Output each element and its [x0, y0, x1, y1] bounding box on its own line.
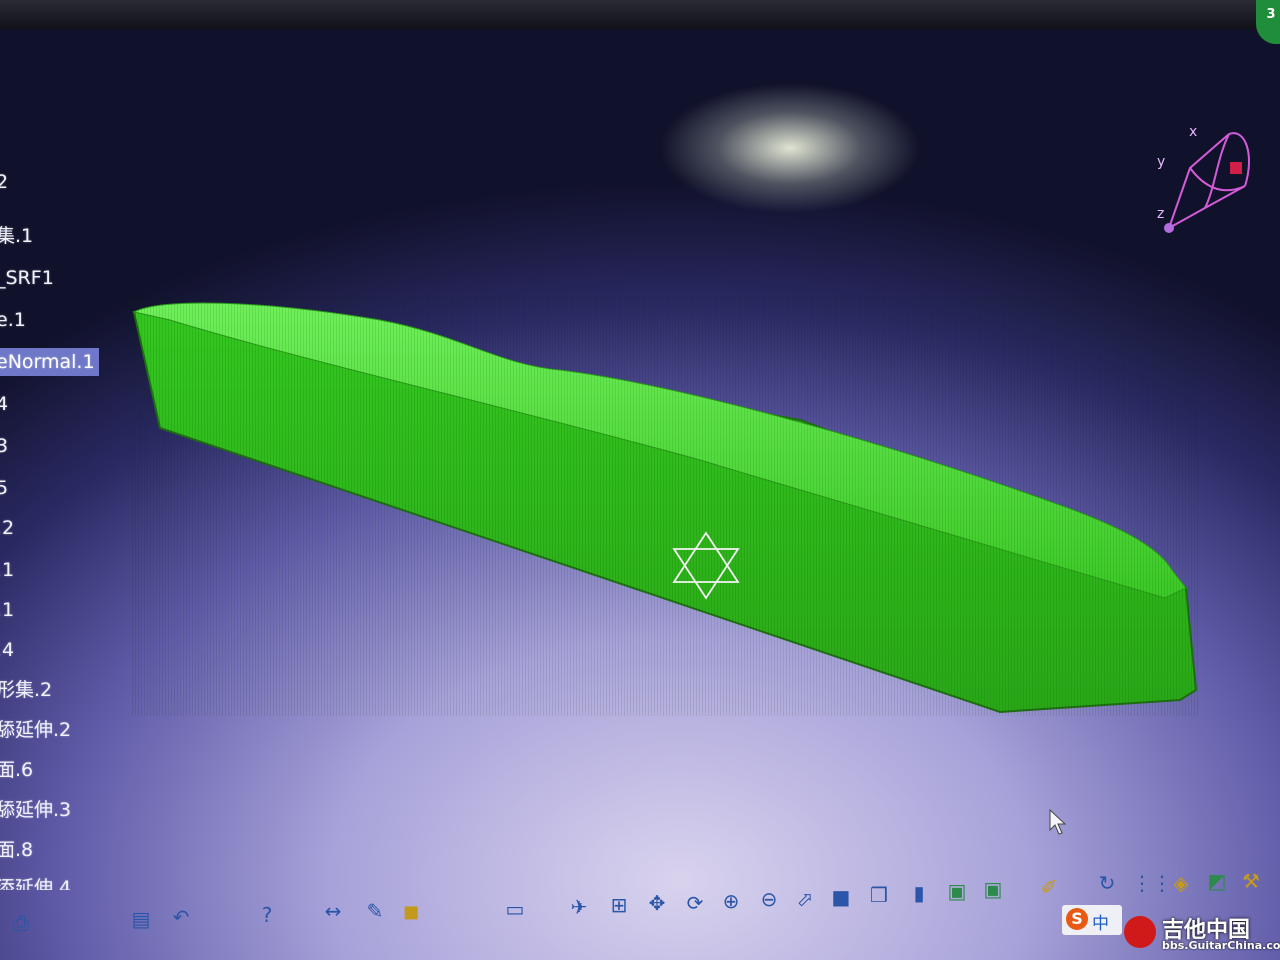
watermark: 吉他中国 bbs.GuitarChina.com: [1124, 912, 1280, 952]
grid-icon[interactable]: ⋮⋮: [1132, 870, 1172, 896]
ime-logo-icon: S: [1066, 908, 1088, 930]
hide-show-icon[interactable]: ▮: [906, 880, 932, 906]
help-icon[interactable]: ?: [254, 902, 280, 928]
pan-icon[interactable]: ✥: [644, 890, 670, 916]
analysis-icon[interactable]: ◈: [1168, 870, 1194, 896]
compass-x-label: x: [1189, 124, 1197, 140]
zoom-out-icon[interactable]: ⊖: [756, 886, 782, 912]
tools-icon[interactable]: ⚒: [1238, 868, 1264, 894]
update-icon[interactable]: ↻: [1094, 870, 1120, 896]
compass-icon[interactable]: x y z: [1145, 118, 1265, 238]
render-icon[interactable]: ▣: [980, 876, 1006, 902]
normal-view-icon[interactable]: ⬀: [792, 886, 818, 912]
material-icon[interactable]: ◼: [398, 898, 424, 924]
brush-icon[interactable]: ✐: [1036, 874, 1062, 900]
paste-icon[interactable]: ▤: [128, 906, 154, 932]
mouse-cursor-icon: [1049, 808, 1067, 835]
window-icon[interactable]: ▭: [502, 896, 528, 922]
ime-mode: 中: [1092, 914, 1109, 934]
surface-icon[interactable]: ◩: [1204, 868, 1230, 894]
print-icon[interactable]: ⎙: [8, 910, 34, 936]
fit-all-icon[interactable]: ⊞: [606, 892, 632, 918]
ime-indicator[interactable]: S 中: [1062, 905, 1122, 935]
undo-icon[interactable]: ↶: [168, 904, 194, 930]
watermark-url: bbs.GuitarChina.com: [1162, 939, 1280, 952]
guitar-logo-icon: [1124, 916, 1156, 948]
sketch-icon[interactable]: ✎: [362, 898, 388, 924]
shading-icon[interactable]: ■: [828, 884, 854, 910]
fly-icon[interactable]: ✈: [566, 894, 592, 920]
swap-icon[interactable]: ▣: [944, 878, 970, 904]
measure-icon[interactable]: ↔: [320, 898, 346, 924]
rotate-icon[interactable]: ⟳: [682, 890, 708, 916]
guitar-neck-model[interactable]: [0, 0, 1280, 960]
compass-z-label: z: [1157, 206, 1164, 222]
zoom-in-icon[interactable]: ⊕: [718, 888, 744, 914]
cube-view-icon[interactable]: ❒: [866, 882, 892, 908]
compass-y-label: y: [1157, 154, 1165, 170]
